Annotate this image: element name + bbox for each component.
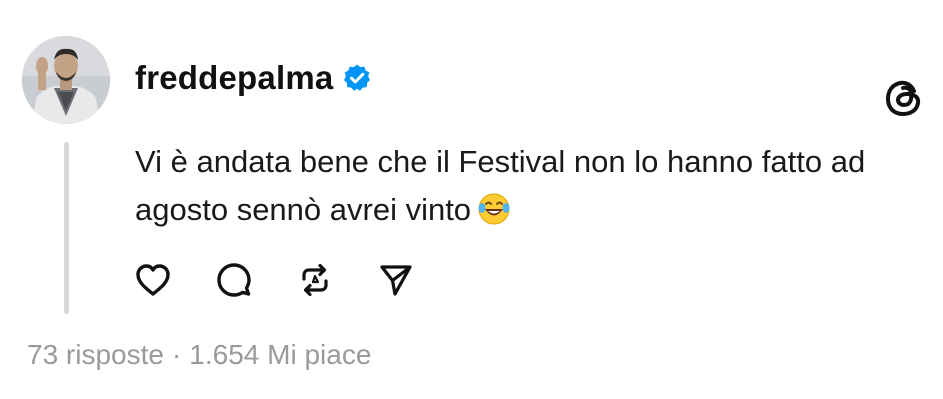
reply-button[interactable]	[214, 262, 254, 302]
post-header: freddepalma	[135, 56, 372, 100]
send-icon	[378, 262, 414, 303]
replies-count[interactable]: 73 risposte	[27, 339, 164, 370]
username[interactable]: freddepalma	[135, 59, 333, 97]
threads-post-card: freddepalma Vi è andata bene che il Fest…	[0, 0, 943, 399]
verified-badge-icon	[342, 63, 372, 93]
threads-logo-icon[interactable]	[883, 76, 927, 120]
action-bar	[133, 262, 457, 302]
heart-icon	[135, 263, 171, 302]
thread-line	[64, 142, 69, 314]
likes-count[interactable]: 1.654 Mi piace	[189, 339, 371, 370]
avatar[interactable]	[22, 36, 110, 124]
stats-separator: ·	[171, 339, 182, 370]
repost-button[interactable]	[295, 262, 335, 302]
repost-icon	[297, 262, 333, 303]
comment-icon	[216, 262, 252, 303]
laughing-tears-emoji-icon	[477, 192, 511, 226]
like-button[interactable]	[133, 262, 173, 302]
share-button[interactable]	[376, 262, 416, 302]
post-stats: 73 risposte · 1.654 Mi piace	[27, 339, 371, 371]
post-text: Vi è andata bene che il Festival non lo …	[135, 138, 895, 234]
